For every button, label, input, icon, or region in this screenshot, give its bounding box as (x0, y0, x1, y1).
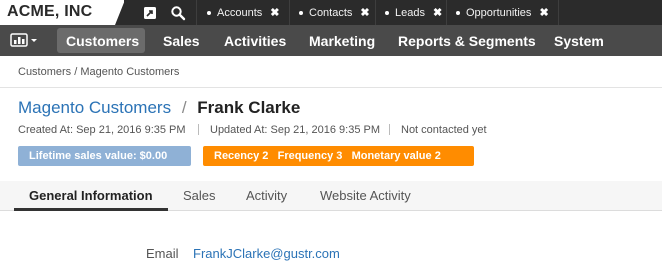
close-icon[interactable]: ✖ (270, 6, 279, 19)
pinned-tab-label: Leads (395, 6, 425, 19)
brand-logo[interactable]: ACME, INC (0, 0, 125, 25)
pin-icon[interactable] (142, 5, 158, 21)
tab-dot (299, 10, 303, 15)
topbar-divider (446, 0, 447, 25)
nav-activities[interactable]: Activities (224, 31, 286, 51)
rfm-badge-text: Recency 2 Frequency 3 Monetary value 2 (214, 150, 441, 162)
title-separator: / (181, 98, 187, 117)
brand-notch (115, 0, 125, 25)
meta-divider (198, 124, 199, 135)
pinned-tab-accounts[interactable]: Accounts ✖ (207, 0, 279, 25)
pinned-tab-contacts[interactable]: Contacts ✖ (299, 0, 370, 25)
customer-name: Frank Clarke (197, 98, 301, 117)
updated-at: Updated At: Sep 21, 2016 9:35 PM (210, 124, 381, 136)
main-nav: Customers Sales Activities Marketing Rep… (0, 25, 662, 56)
breadcrumb[interactable]: Customers / Magento Customers (18, 66, 179, 78)
contact-status: Not contacted yet (401, 124, 487, 136)
pinned-tab-label: Opportunities (466, 6, 532, 19)
rfm-badge: Recency 2 Frequency 3 Monetary value 2 (203, 146, 474, 166)
tab-sales[interactable]: Sales (183, 188, 216, 203)
pinned-tab-leads[interactable]: Leads ✖ (385, 0, 442, 25)
meta-divider (389, 124, 390, 135)
email-link[interactable]: FrankJClarke@gustr.com (193, 246, 340, 261)
topbar-divider (558, 0, 559, 25)
active-tab-underline (14, 208, 168, 211)
page-title: Magento Customers / Frank Clarke (18, 98, 300, 118)
topbar-divider (196, 0, 197, 25)
email-label: Email (146, 246, 179, 261)
pinned-tab-label: Contacts (309, 6, 353, 19)
topbar-divider (375, 0, 376, 25)
tab-dot (385, 10, 389, 15)
tab-website-activity[interactable]: Website Activity (320, 188, 411, 203)
close-icon[interactable]: ✖ (360, 6, 369, 19)
brand-name: ACME, INC (7, 3, 93, 20)
top-bar: ACME, INC Accounts ✖ Contacts ✖ Leads ✖ … (0, 0, 662, 25)
parent-entity-link[interactable]: Magento Customers (18, 98, 171, 117)
pinned-tab-label: Accounts (217, 6, 263, 19)
lifetime-sales-badge: Lifetime sales value: $0.00 (18, 146, 191, 166)
pinned-tab-opportunities[interactable]: Opportunities ✖ (456, 0, 549, 25)
search-icon[interactable] (170, 5, 186, 21)
nav-marketing[interactable]: Marketing (309, 31, 375, 51)
close-icon[interactable]: ✖ (433, 6, 442, 19)
nav-sales[interactable]: Sales (163, 31, 200, 51)
tab-dot (456, 10, 460, 15)
nav-customers[interactable]: Customers (66, 31, 139, 51)
tab-dot (207, 10, 211, 15)
tab-activity[interactable]: Activity (246, 188, 287, 203)
close-icon[interactable]: ✖ (539, 6, 548, 19)
nav-system[interactable]: System (554, 31, 604, 51)
tab-general-information[interactable]: General Information (29, 188, 153, 203)
divider (0, 87, 662, 88)
nav-reports-segments[interactable]: Reports & Segments (398, 31, 536, 51)
dashboard-chart-icon[interactable] (10, 32, 40, 48)
topbar-divider (289, 0, 290, 25)
created-at: Created At: Sep 21, 2016 9:35 PM (18, 124, 186, 136)
